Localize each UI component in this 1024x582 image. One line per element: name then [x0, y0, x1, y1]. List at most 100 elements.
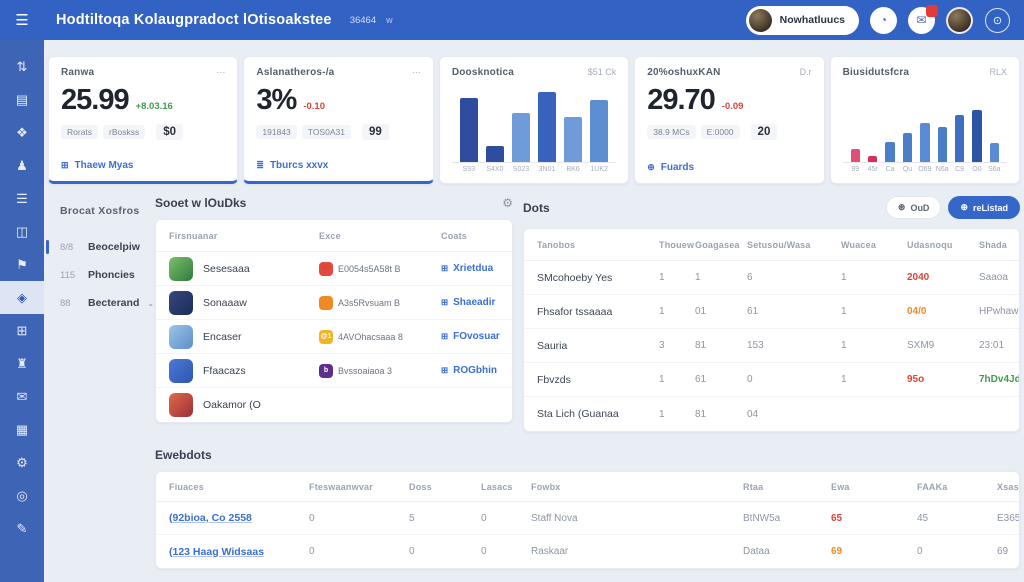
rail-reports-icon[interactable]: ▦ [0, 413, 44, 446]
rail-modules-icon[interactable]: ◈ [0, 281, 44, 314]
card-link[interactable]: ⊕ Fuards [647, 162, 811, 173]
user-menu[interactable]: Nowhatluucs [746, 6, 859, 35]
cell-highlight: 95o [907, 374, 979, 385]
tick-label: S4X0 [482, 166, 508, 173]
rail-list-icon[interactable]: ☰ [0, 182, 44, 215]
add-button[interactable]: ⊕ reListad [948, 196, 1020, 219]
tick-label: O0 [968, 166, 985, 173]
card-title: Ranwa [61, 67, 94, 78]
history-button[interactable]: ◔ [870, 7, 897, 34]
table-row[interactable]: Sta Lich (Guanaa 1 81 04 [524, 397, 1019, 431]
kpi-cards-row: Ranwa ⋯ 25.99 +8.03.16 Rorats rBoskss $0… [48, 56, 1020, 184]
cell: 04 [747, 409, 841, 420]
table-row[interactable]: Ffaacazs b Bvssoaiaoa 3 ⊞ ROGbhin [156, 354, 512, 388]
rail-assets-icon[interactable]: ♜ [0, 347, 44, 380]
notifications-button[interactable]: ✉ [908, 7, 935, 34]
section-title: Dots [523, 201, 550, 215]
cell: 0 [409, 546, 481, 557]
table-row[interactable]: (123 Haag Widsaas 0 0 0 Raskaar Dataa 69… [156, 535, 1019, 568]
topbar-actions: Nowhatluucs ◔ ✉ ⊙ [746, 6, 1024, 35]
app-name: Oakamor (O [203, 399, 261, 411]
rail-flag-icon[interactable]: ⚑ [0, 248, 44, 281]
table-row[interactable]: Sonaaaw O2 A3s5Rvsuam B ⊞ Shaeadir [156, 286, 512, 320]
app-icon [169, 359, 193, 383]
rail-transfer-icon[interactable]: ⇅ [0, 50, 44, 83]
cell: 5 [409, 513, 481, 524]
version-suffix: w [386, 15, 393, 25]
cell-name: Fhsafor tssaaaa [537, 306, 659, 318]
bar [564, 117, 582, 162]
kpi-chip: TOS0A31 [302, 125, 351, 139]
cell: 45 [917, 513, 997, 524]
app-icon [169, 257, 193, 281]
table-row[interactable]: Fhsafor tssaaaa 1 01 61 1 04/0 HPwhaw [524, 295, 1019, 329]
table-row[interactable]: Oakamor (O [156, 388, 512, 422]
cell: BtNW5a [743, 513, 831, 524]
row-link[interactable]: ⊞ Xrietdua [441, 263, 499, 274]
row-link[interactable]: ⊞ Shaeadir [441, 297, 499, 308]
chart-bars [452, 84, 616, 163]
app-name: Sesesaaa [203, 263, 250, 275]
rail-layout-icon[interactable]: ◫ [0, 215, 44, 248]
row-link[interactable]: (123 Haag Widsaas [169, 546, 309, 558]
gear-icon[interactable]: ⚙ [502, 196, 513, 210]
rail-grid-icon[interactable]: ⊞ [0, 314, 44, 347]
table-row[interactable]: SMcohoeby Yes 1 1 6 1 2040 Saaoa [524, 261, 1019, 295]
table-row[interactable]: Fbvzds 1 61 0 1 95o 7hDv4Jd [524, 363, 1019, 397]
cell: 1 [841, 374, 907, 385]
rail-edit-icon[interactable]: ✎ [0, 512, 44, 545]
profile-avatar[interactable] [946, 7, 973, 34]
row-link-label: Xrietdua [453, 263, 493, 274]
rail-targets-icon[interactable]: ◎ [0, 479, 44, 512]
table-row[interactable]: (92bioa, Co 2558 0 5 0 Staff Nova BtNW5a… [156, 502, 1019, 535]
kpi-stat: 20 [751, 124, 778, 140]
rail-dashboard-icon[interactable]: ▤ [0, 83, 44, 116]
table-header: Fiuaces Fteswaanwvar Doss Lasacs Fowbx R… [156, 472, 1019, 502]
cell-highlight: 2040 [907, 272, 979, 283]
rail-users-icon[interactable]: ♟ [0, 149, 44, 182]
bar [512, 113, 530, 162]
rail-apps-icon[interactable]: ❖ [0, 116, 44, 149]
apps-table: Firsnuanar Exce Coats Sesesaaa 4D E0054s… [155, 219, 513, 423]
cell-highlight: 65 [831, 513, 917, 524]
sidebar-item-label: Becterand [88, 297, 139, 309]
sidebar-item-2[interactable]: 115 Phoncies [44, 261, 154, 289]
cell: Dataa [743, 546, 831, 557]
list-icon: ≣ [256, 160, 264, 171]
kpi-value: 29.70 [647, 86, 715, 115]
card-menu-icon[interactable]: ⋯ [216, 67, 225, 78]
kpi-card-2: Aslanatheros-/a ⋯ 3% -0.10 191843 TOS0A3… [243, 56, 433, 184]
table-row[interactable]: Encaser @1 4AVOhacsaaa 8 ⊞ FOvosuar [156, 320, 512, 354]
card-link[interactable]: ≣ Tburcs xxvx [256, 160, 420, 171]
card-link[interactable]: ⊞ Thaew Myas [61, 160, 225, 171]
rail-mail-icon[interactable]: ✉ [0, 380, 44, 413]
table-row[interactable]: Sauria 3 81 153 1 SXM9 23:01 [524, 329, 1019, 363]
cell-name: Sta Lich (Guanaa [537, 408, 659, 420]
grid-icon: ⊞ [61, 160, 69, 171]
user-avatar [749, 9, 772, 32]
table-row[interactable]: Sesesaaa 4D E0054s5A58t B ⊞ Xrietdua [156, 252, 512, 286]
cell-highlight: 69 [831, 546, 917, 557]
sidebar-item-1[interactable]: 8/8 Beocelpiw [44, 233, 154, 261]
kpi-card-4: 20%oshuxKAN D.r 29.70 -0.09 38.9 MCs E:0… [634, 56, 824, 184]
bar [955, 115, 964, 162]
sidebar-item-3[interactable]: 88 Becterand ⌄ [44, 289, 154, 317]
chevron-down-icon: ⌄ [147, 299, 154, 308]
row-link[interactable]: ⊞ ROGbhin [441, 365, 499, 376]
cell: 1 [841, 340, 907, 351]
hamburger-icon[interactable]: ☰ [0, 11, 44, 29]
icon-rail: ⇅▤❖♟☰◫⚑◈⊞♜✉▦⚙◎✎ [0, 40, 44, 582]
filter-button[interactable]: ⊛ OuD [886, 196, 942, 219]
cell: 81 [695, 409, 747, 420]
card-meta: $51 Ck [588, 67, 617, 77]
bar [868, 156, 877, 162]
card-menu-icon[interactable]: ⋯ [412, 67, 421, 78]
section-title: Sooet w lOuDks [155, 196, 246, 210]
help-button[interactable]: ⊙ [985, 8, 1010, 33]
row-link[interactable]: (92bioa, Co 2558 [169, 512, 309, 524]
row-link[interactable]: ⊞ FOvosuar [441, 331, 500, 342]
rail-settings-icon[interactable]: ⚙ [0, 446, 44, 479]
column-header: Setusou/Wasa [747, 240, 841, 250]
card-link-label: Fuards [661, 162, 694, 173]
bar [972, 110, 981, 162]
